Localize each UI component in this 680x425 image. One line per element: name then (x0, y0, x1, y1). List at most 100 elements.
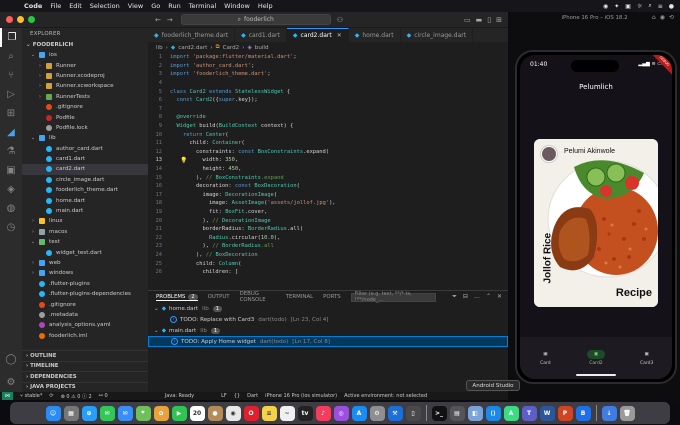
music-app-icon[interactable]: ♪ (315, 405, 331, 421)
maps-app-icon[interactable]: ⌖ (135, 405, 151, 421)
code-line[interactable]: 22 Radius.circular(10.0), (148, 233, 508, 242)
toggle-panel-icon[interactable]: ▬ (476, 16, 483, 24)
tree-folder[interactable]: ⌄ ios (22, 50, 148, 60)
launchpad-app-icon[interactable]: ▦ (63, 405, 79, 421)
code-line[interactable]: 26 children: [ (148, 268, 508, 277)
simulator-app-icon[interactable]: ▯ (405, 405, 421, 421)
nav-item-card3[interactable]: ▣ Card3 (638, 350, 656, 366)
breadcrumb-item[interactable]: lib (156, 45, 163, 51)
code-line[interactable]: 19 fit: BoxFit.cover, (148, 208, 508, 217)
tree-file[interactable]: author_card.dart (22, 144, 148, 154)
tree-file[interactable]: card2.dart (22, 164, 148, 175)
code-line[interactable]: 16 decoration: const BoxDecoration( (148, 182, 508, 191)
tree-folder[interactable]: › Runner.xcodeproj (22, 71, 148, 81)
code-line[interactable]: 9 Widget build(BuildContext context) { (148, 122, 508, 131)
rotate-icon[interactable]: ⟲ (669, 14, 674, 21)
chrome-app-icon[interactable]: ◉ (225, 405, 241, 421)
copilot-icon[interactable]: ⚇ (337, 16, 343, 24)
tv-app-icon[interactable]: tv (297, 405, 313, 421)
breadcrumb-item[interactable]: card2.dart (178, 45, 207, 51)
close-icon[interactable]: ✕ (497, 293, 502, 301)
tree-file[interactable]: .flutter-plugins-dependencies (22, 289, 148, 299)
language-status[interactable]: Dart (247, 393, 258, 399)
section-java-projects[interactable]: › JAVA PROJECTS (22, 381, 148, 393)
menu-edit[interactable]: Edit (69, 2, 82, 10)
search-icon[interactable]: ⌕ (0, 47, 22, 66)
collapse-all-icon[interactable]: ⊟ (463, 293, 468, 301)
recipe-card[interactable]: Pelumi Akinwole Jollof Rice Recipe (534, 139, 658, 307)
calendar-app-icon[interactable]: 20 (189, 405, 205, 421)
bbedit-app-icon[interactable]: B (575, 405, 591, 421)
code-line[interactable]: 12 constraints: const BoxConstraints.exp… (148, 148, 508, 157)
vscode-app-icon[interactable]: ⟨⟩ (485, 405, 501, 421)
photos-app-icon[interactable]: ✿ (153, 405, 169, 421)
menu-terminal[interactable]: Terminal (189, 2, 216, 10)
freeform-app-icon[interactable]: ~ (279, 405, 295, 421)
branch-status[interactable]: ⑂ stable* (20, 393, 42, 399)
code-line[interactable]: 17 image: DecorationImage( (148, 191, 508, 200)
editor-tab[interactable]: ◆ card1.dart (235, 28, 287, 42)
tree-folder[interactable]: ⌄ lib (22, 133, 148, 143)
menu-view[interactable]: View (128, 2, 143, 10)
screenshot-icon[interactable]: ◉ (660, 14, 665, 21)
code-line[interactable]: 11 child: Container( (148, 139, 508, 148)
sync-icon[interactable]: ⟳ (49, 393, 53, 399)
finder-app-icon[interactable]: ☺ (45, 405, 61, 421)
code-line[interactable]: 13 width: 350, (148, 156, 508, 165)
menu-extra-icon[interactable]: ◉ (603, 3, 608, 10)
tree-file[interactable]: fooderlich.iml (22, 331, 148, 341)
code-line[interactable]: 25 child: Column( (148, 259, 508, 268)
xcode-app-icon[interactable]: ⚒ (387, 405, 403, 421)
explorer-icon[interactable]: ❐ (0, 28, 22, 47)
remote-explorer-icon[interactable]: ▣ (0, 161, 22, 180)
zoom-window-button[interactable] (28, 16, 35, 23)
menu-help[interactable]: Help (258, 2, 273, 10)
tab-terminal[interactable]: TERMINAL (286, 294, 313, 300)
back-arrow-icon[interactable]: ← (155, 16, 161, 24)
section-dependencies[interactable]: › DEPENDENCIES (22, 371, 148, 382)
tree-folder[interactable]: ⌄ test (22, 237, 148, 247)
section-timeline[interactable]: › TIMELINE (22, 360, 148, 372)
word-app-icon[interactable]: W (539, 405, 555, 421)
author-avatar[interactable] (540, 145, 558, 163)
lightbulb-icon[interactable]: 💡 (180, 157, 187, 164)
siri-icon[interactable]: ● (669, 3, 674, 10)
chevron-up-icon[interactable]: ⌃ (486, 293, 491, 301)
tree-folder[interactable]: › Runner (22, 60, 148, 70)
docker-icon[interactable]: ◈ (0, 180, 22, 199)
safari-app-icon[interactable]: ⊕ (81, 405, 97, 421)
section-outline[interactable]: › OUTLINE (22, 350, 148, 361)
tab-output[interactable]: OUTPUT (208, 294, 230, 300)
problem-file-row[interactable]: ⌄ ◆ main.dart lib 1 (148, 325, 508, 336)
mail-app-icon[interactable]: ✉ (117, 405, 133, 421)
menu-run[interactable]: Run (168, 2, 180, 10)
timeline-icon[interactable]: ◷ (0, 218, 22, 237)
code-line[interactable]: 2 import 'author_card.dart'; (148, 62, 508, 71)
code-line[interactable]: 15 ), // BoxConstraints.expand (148, 173, 508, 182)
close-tab-icon[interactable]: ✕ (337, 32, 342, 39)
flutter-icon[interactable]: ◢ (0, 123, 22, 142)
tree-folder[interactable]: › windows (22, 268, 148, 278)
tree-folder[interactable]: › RunnerTests (22, 92, 148, 102)
menu-code[interactable]: Code (24, 2, 42, 10)
breadcrumb-item[interactable]: Card2 (223, 45, 240, 51)
powerpoint-app-icon[interactable]: P (557, 405, 573, 421)
tree-folder[interactable]: › macos (22, 227, 148, 237)
tab-ports[interactable]: PORTS (323, 294, 341, 300)
androidstudio-app-icon[interactable]: A (503, 405, 519, 421)
account-icon[interactable]: ◯ (0, 350, 22, 369)
filter-icon[interactable]: ⏷ (452, 293, 457, 301)
menu-file[interactable]: File (50, 2, 61, 10)
editor-tab[interactable]: ◆ circle_image.dart (401, 28, 474, 42)
nav-item-card[interactable]: ▣ Card (536, 350, 554, 366)
facetime-app-icon[interactable]: ▶ (171, 405, 187, 421)
minimize-window-button[interactable] (17, 16, 24, 23)
problem-item[interactable]: i TODO: Replace with Card3 dart(todo) [L… (148, 314, 508, 325)
opera-app-icon[interactable]: O (243, 405, 259, 421)
github-icon[interactable]: ◍ (0, 199, 22, 218)
code-line[interactable]: 4 (148, 79, 508, 88)
toggle-sidebar-icon[interactable]: ▭ (464, 16, 471, 24)
tree-file[interactable]: .gitignore (22, 299, 148, 309)
code-line[interactable]: 14 height: 450, (148, 165, 508, 174)
menu-selection[interactable]: Selection (90, 2, 120, 10)
